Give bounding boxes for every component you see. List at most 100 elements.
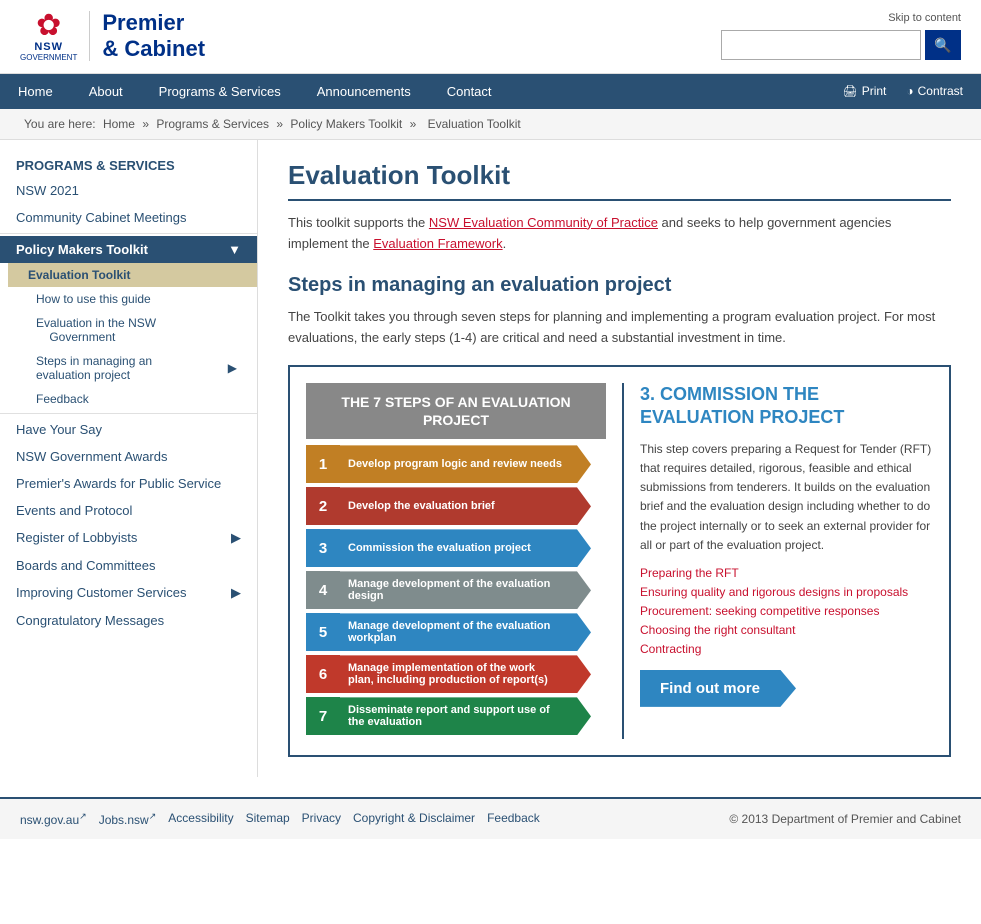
find-out-more-button[interactable]: Find out more [640, 670, 796, 707]
step-num-7: 7 [306, 697, 340, 735]
step-label-3: Commission the evaluation project [340, 529, 591, 567]
eval-framework-link[interactable]: Evaluation Framework [373, 236, 502, 251]
sidebar-item-boards[interactable]: Boards and Committees [0, 552, 257, 579]
sidebar-item-premiers-awards[interactable]: Premier's Awards for Public Service [0, 470, 257, 497]
footer-link-jobsnsw[interactable]: Jobs.nsw [99, 811, 157, 827]
chevron-down-icon: ▼ [228, 242, 241, 257]
breadcrumb: You are here: Home » Programs & Services… [0, 109, 981, 140]
panel-link-consultant[interactable]: Choosing the right consultant [640, 623, 795, 637]
footer-links: nsw.gov.au Jobs.nsw Accessibility Sitema… [20, 811, 540, 827]
breadcrumb-sep3: » [410, 117, 420, 131]
nav-announcements[interactable]: Announcements [299, 74, 429, 109]
panel-link-contracting[interactable]: Contracting [640, 642, 701, 656]
step-row-6: 6 Manage implementation of the work plan… [306, 655, 591, 693]
panel-link-item-4: Choosing the right consultant [640, 622, 933, 637]
footer-link-nswgov[interactable]: nsw.gov.au [20, 811, 87, 827]
page-title: Evaluation Toolkit [288, 160, 951, 201]
sidebar-item-eval-toolkit[interactable]: Evaluation Toolkit [8, 263, 257, 287]
steps-desc: The Toolkit takes you through seven step… [288, 307, 951, 349]
step-row-4: 4 Manage development of the evaluation d… [306, 571, 591, 609]
arrow-right-icon3: ▶ [231, 585, 241, 601]
nsw-logo: ✿ NSW GOVERNMENT [20, 11, 77, 62]
nav-about[interactable]: About [71, 74, 141, 109]
intro-text: This toolkit supports the NSW Evaluation… [288, 213, 951, 255]
sidebar-item-nsw-awards[interactable]: NSW Government Awards [0, 443, 257, 470]
content-wrapper: PROGRAMS & SERVICES NSW 2021 Community C… [0, 140, 981, 778]
skip-link[interactable]: Skip to content [888, 12, 961, 24]
sidebar-item-community[interactable]: Community Cabinet Meetings [0, 204, 257, 231]
step-label-7: Disseminate report and support use of th… [340, 697, 591, 735]
step-row-7: 7 Disseminate report and support use of … [306, 697, 591, 735]
sidebar-sub: Evaluation Toolkit How to use this guide… [0, 263, 257, 411]
sidebar-item-eval-nsw-gov[interactable]: Evaluation in the NSW Government [8, 311, 257, 349]
sidebar-item-congratulatory[interactable]: Congratulatory Messages [0, 607, 257, 634]
sidebar-item-events[interactable]: Events and Protocol [0, 497, 257, 524]
footer-link-feedback[interactable]: Feedback [487, 811, 540, 827]
panel-link-item-3: Procurement: seeking competitive respons… [640, 603, 933, 618]
steps-label: Steps in managing anevaluation project [36, 354, 152, 382]
step-num-4: 4 [306, 571, 340, 609]
footer-link-accessibility[interactable]: Accessibility [168, 811, 233, 827]
search-area: 🔍 [721, 30, 961, 60]
arrow-right-icon: ▶ [228, 361, 237, 375]
steps-column: THE 7 STEPS OF AN EVALUATION PROJECT 1 D… [306, 383, 606, 739]
search-input[interactable] [721, 30, 921, 60]
step-label-2: Develop the evaluation brief [340, 487, 591, 525]
step-row-5: 5 Manage development of the evaluation w… [306, 613, 591, 651]
right-panel: 3. COMMISSION THE EVALUATION PROJECT Thi… [622, 383, 933, 739]
print-button[interactable]: 🖨 Print [834, 78, 894, 104]
panel-link-procurement[interactable]: Procurement: seeking competitive respons… [640, 604, 879, 618]
panel-links: Preparing the RFT Ensuring quality and r… [640, 565, 933, 656]
sidebar-item-policy-toolkit[interactable]: Policy Makers Toolkit ▼ [0, 236, 257, 263]
breadcrumb-home[interactable]: Home [103, 117, 135, 131]
steps-section-title: Steps in managing an evaluation project [288, 274, 951, 297]
footer-link-copyright[interactable]: Copyright & Disclaimer [353, 811, 475, 827]
search-icon: 🔍 [934, 37, 951, 54]
arrow-right-icon2: ▶ [231, 530, 241, 546]
panel-link-item-2: Ensuring quality and rigorous designs in… [640, 584, 933, 599]
nav-home[interactable]: Home [0, 74, 71, 109]
header: ✿ NSW GOVERNMENT Premier & Cabinet Skip … [0, 0, 981, 74]
logo-area: ✿ NSW GOVERNMENT Premier & Cabinet [20, 10, 205, 63]
step-label-4: Manage development of the evaluation des… [340, 571, 591, 609]
breadcrumb-sep2: » [276, 117, 286, 131]
breadcrumb-current: Evaluation Toolkit [428, 117, 521, 131]
breadcrumb-prefix: You are here: [24, 117, 96, 131]
customer-label: Improving Customer Services [16, 585, 187, 601]
panel-desc: This step covers preparing a Request for… [640, 440, 933, 555]
footer-copyright: © 2013 Department of Premier and Cabinet [729, 812, 961, 826]
main-content: Evaluation Toolkit This toolkit supports… [258, 140, 981, 778]
step-row-3: 3 Commission the evaluation project [306, 529, 591, 567]
nav-programs[interactable]: Programs & Services [141, 74, 299, 109]
sidebar-item-lobbyists[interactable]: Register of Lobbyists ▶ [0, 524, 257, 552]
sidebar-item-feedback[interactable]: Feedback [8, 387, 257, 411]
step-label-6: Manage implementation of the work plan, … [340, 655, 591, 693]
sidebar-item-customer[interactable]: Improving Customer Services ▶ [0, 579, 257, 607]
breadcrumb-toolkit[interactable]: Policy Makers Toolkit [290, 117, 402, 131]
breadcrumb-sep1: » [142, 117, 152, 131]
lotus-icon: ✿ [36, 11, 61, 41]
print-icon: 🖨 [842, 84, 857, 98]
step-num-6: 6 [306, 655, 340, 693]
sidebar-item-steps[interactable]: Steps in managing anevaluation project ▶ [8, 349, 257, 387]
panel-link-rft[interactable]: Preparing the RFT [640, 566, 739, 580]
sidebar-item-nsw2021[interactable]: NSW 2021 [0, 177, 257, 204]
breadcrumb-programs[interactable]: Programs & Services [156, 117, 269, 131]
footer-link-privacy[interactable]: Privacy [302, 811, 341, 827]
panel-link-quality[interactable]: Ensuring quality and rigorous designs in… [640, 585, 908, 599]
step-label-1: Develop program logic and review needs [340, 445, 591, 483]
nav-contact[interactable]: Contact [429, 74, 510, 109]
contrast-icon: ◑ [906, 84, 913, 98]
contrast-button[interactable]: ◑ Contrast [898, 78, 971, 104]
lobbyists-label: Register of Lobbyists [16, 530, 137, 546]
step-row-2: 2 Develop the evaluation brief [306, 487, 591, 525]
step-num-1: 1 [306, 445, 340, 483]
search-button[interactable]: 🔍 [925, 30, 961, 60]
sidebar-item-have-your-say[interactable]: Have Your Say [0, 416, 257, 443]
footer-link-sitemap[interactable]: Sitemap [246, 811, 290, 827]
nsw-label: NSW [34, 41, 63, 53]
sidebar-item-how-to-use[interactable]: How to use this guide [8, 287, 257, 311]
panel-title: 3. COMMISSION THE EVALUATION PROJECT [640, 383, 933, 430]
nsw-eval-link[interactable]: NSW Evaluation Community of Practice [429, 215, 658, 230]
footer: nsw.gov.au Jobs.nsw Accessibility Sitema… [0, 797, 981, 839]
